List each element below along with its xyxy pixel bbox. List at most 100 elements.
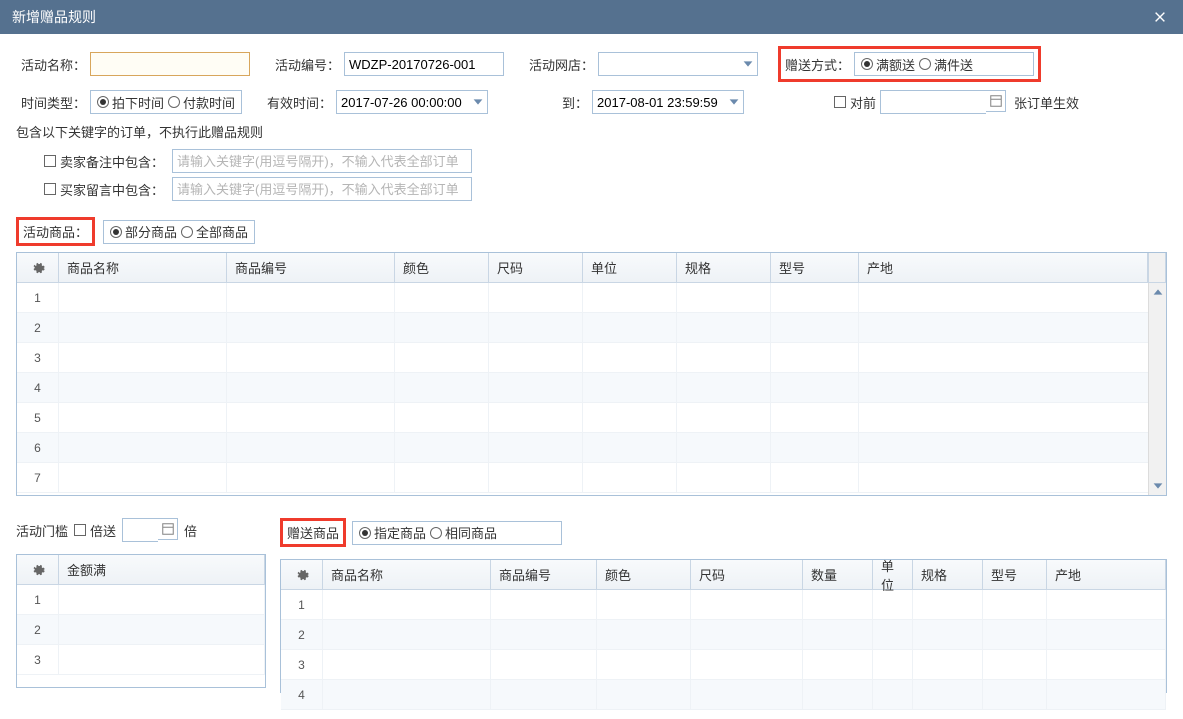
table-cell[interactable] (859, 403, 1166, 432)
table-cell[interactable] (771, 373, 859, 402)
col-header-spec[interactable]: 规格 (913, 560, 983, 589)
scroll-down-button[interactable] (1149, 477, 1166, 495)
gift-method-radio-group[interactable]: 满额送 满件送 (854, 52, 1034, 76)
table-cell[interactable] (227, 313, 395, 342)
table-row[interactable]: 4 (17, 373, 1166, 403)
gear-header[interactable] (17, 555, 59, 584)
table-cell[interactable] (1047, 650, 1166, 679)
close-button[interactable] (1149, 6, 1171, 28)
col-header-color[interactable]: 颜色 (395, 253, 489, 282)
table-cell[interactable] (597, 590, 691, 619)
table-cell[interactable] (677, 433, 771, 462)
table-cell[interactable] (803, 620, 873, 649)
col-header-model[interactable]: 型号 (983, 560, 1047, 589)
table-cell[interactable] (691, 680, 803, 709)
table-cell[interactable] (489, 403, 583, 432)
chevron-down-icon[interactable] (739, 53, 757, 75)
col-header-size[interactable]: 尺码 (691, 560, 803, 589)
chevron-down-icon[interactable] (469, 91, 487, 113)
table-cell[interactable] (691, 590, 803, 619)
table-cell[interactable] (859, 373, 1166, 402)
table-cell[interactable] (583, 313, 677, 342)
table-cell[interactable] (59, 283, 227, 312)
table-cell[interactable] (803, 650, 873, 679)
multiply-input[interactable] (122, 518, 158, 542)
table-cell[interactable] (677, 313, 771, 342)
radio-partial-goods[interactable]: 部分商品 (110, 222, 177, 241)
table-row[interactable]: 1 (17, 585, 265, 615)
table-cell[interactable] (59, 433, 227, 462)
before-n-checkbox[interactable]: 对前 (834, 93, 876, 112)
valid-to-input[interactable] (592, 90, 744, 114)
table-cell[interactable] (59, 343, 227, 372)
calculator-icon[interactable] (986, 90, 1006, 112)
table-cell[interactable] (913, 680, 983, 709)
table-cell[interactable] (395, 313, 489, 342)
col-header-unit[interactable]: 单位 (583, 253, 677, 282)
col-header-name[interactable]: 商品名称 (59, 253, 227, 282)
table-cell[interactable] (859, 433, 1166, 462)
table-cell[interactable] (491, 620, 597, 649)
activity-goods-radio-group[interactable]: 部分商品 全部商品 (103, 220, 255, 244)
table-cell[interactable] (59, 313, 227, 342)
table-cell[interactable] (691, 620, 803, 649)
table-cell[interactable] (859, 283, 1166, 312)
table-cell[interactable] (771, 343, 859, 372)
gift-goods-radio-group[interactable]: 指定商品 相同商品 (352, 521, 562, 545)
table-cell[interactable] (227, 463, 395, 492)
table-row[interactable]: 1 (17, 283, 1166, 313)
table-cell[interactable] (913, 620, 983, 649)
table-cell[interactable] (771, 283, 859, 312)
table-cell[interactable] (583, 373, 677, 402)
scroll-up-button[interactable] (1149, 283, 1166, 301)
radio-order-time[interactable]: 拍下时间 (97, 93, 164, 112)
activity-shop-select[interactable] (598, 52, 758, 76)
table-cell[interactable] (859, 463, 1166, 492)
table-cell[interactable] (771, 433, 859, 462)
table-cell[interactable] (677, 283, 771, 312)
seller-note-checkbox[interactable]: 卖家备注中包含： (44, 152, 164, 171)
calculator-icon[interactable] (158, 518, 178, 540)
time-type-radio-group[interactable]: 拍下时间 付款时间 (90, 90, 242, 114)
table-cell[interactable] (583, 283, 677, 312)
table-cell[interactable] (983, 590, 1047, 619)
table-cell[interactable] (583, 463, 677, 492)
table-cell[interactable] (489, 433, 583, 462)
table-cell[interactable] (1047, 680, 1166, 709)
table-cell[interactable] (491, 650, 597, 679)
table-row[interactable]: 3 (17, 645, 265, 675)
table-cell[interactable] (489, 313, 583, 342)
radio-pay-time[interactable]: 付款时间 (168, 93, 235, 112)
table-cell[interactable] (803, 680, 873, 709)
table-cell[interactable] (771, 463, 859, 492)
valid-from-input[interactable] (336, 90, 488, 114)
col-header-unit[interactable]: 单位 (873, 560, 913, 589)
table-cell[interactable] (59, 645, 265, 674)
table-cell[interactable] (489, 343, 583, 372)
table-cell[interactable] (983, 620, 1047, 649)
radio-same-goods[interactable]: 相同商品 (430, 523, 497, 542)
table-cell[interactable] (913, 590, 983, 619)
buyer-msg-checkbox[interactable]: 买家留言中包含： (44, 180, 164, 199)
col-header-size[interactable]: 尺码 (489, 253, 583, 282)
table-row[interactable]: 3 (281, 650, 1166, 680)
table-cell[interactable] (597, 650, 691, 679)
radio-specified-goods[interactable]: 指定商品 (359, 523, 426, 542)
table-cell[interactable] (491, 680, 597, 709)
gear-header[interactable] (281, 560, 323, 589)
table-cell[interactable] (491, 590, 597, 619)
table-cell[interactable] (395, 433, 489, 462)
table-cell[interactable] (677, 463, 771, 492)
table-cell[interactable] (771, 403, 859, 432)
table-cell[interactable] (227, 433, 395, 462)
table-cell[interactable] (859, 343, 1166, 372)
table-cell[interactable] (323, 590, 491, 619)
table-row[interactable]: 2 (17, 313, 1166, 343)
table-cell[interactable] (913, 650, 983, 679)
table-cell[interactable] (803, 590, 873, 619)
table-cell[interactable] (489, 373, 583, 402)
activity-code-input[interactable] (344, 52, 504, 76)
table-cell[interactable] (395, 403, 489, 432)
table-cell[interactable] (1047, 620, 1166, 649)
table-row[interactable]: 1 (281, 590, 1166, 620)
